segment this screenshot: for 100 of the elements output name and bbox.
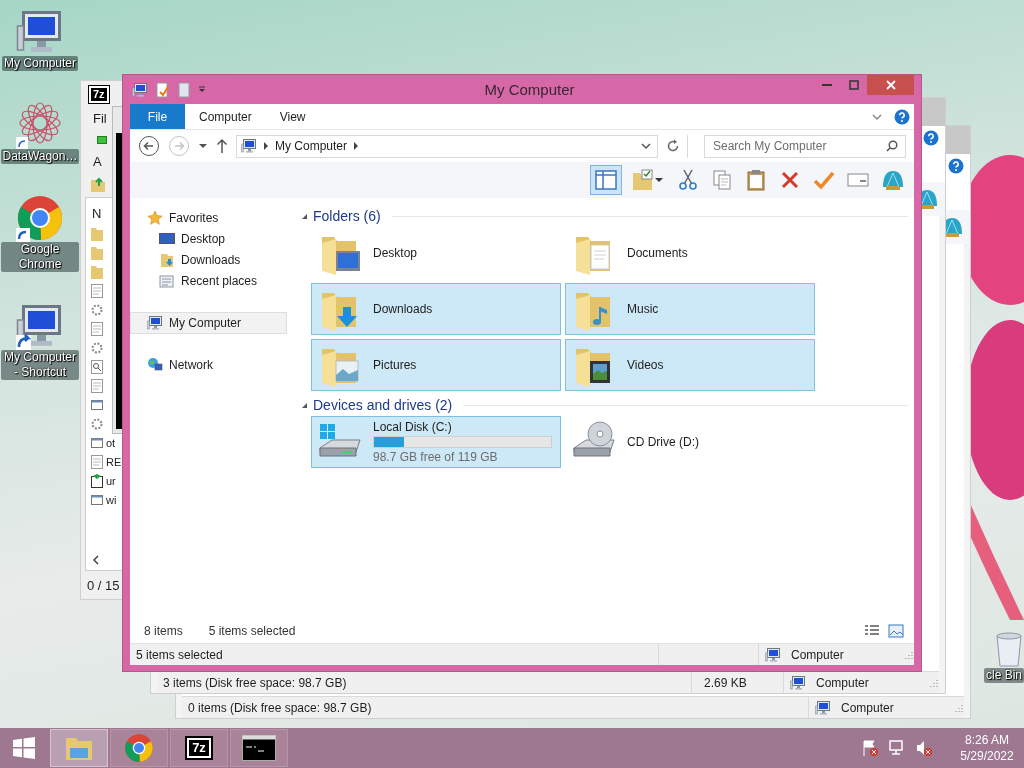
nav-item[interactable]: Favorites: [130, 207, 287, 229]
address-bar[interactable]: My Computer: [236, 134, 688, 158]
search-icon: [886, 139, 898, 152]
desktop-icon-label[interactable]: My Computer - Shortcut: [1, 350, 79, 380]
desktop-icon-label[interactable]: Google Chrome: [1, 242, 79, 272]
shell-icon: [881, 169, 905, 191]
item-name: Pictures: [373, 358, 417, 372]
toolbar-label[interactable]: A: [93, 153, 102, 169]
up-arrow-icon[interactable]: [216, 138, 228, 154]
window-file-icon: [91, 435, 103, 450]
folder-icon: [91, 264, 103, 279]
location-text: Computer: [815, 675, 870, 690]
collapse-triangle-icon: [301, 212, 308, 220]
document-icon: [91, 378, 103, 393]
delete-x-icon: [780, 170, 800, 190]
gear-icon: [91, 302, 103, 317]
maximize-icon: [848, 80, 859, 90]
location-text: Computer: [840, 700, 895, 715]
item-name: Documents: [627, 246, 688, 260]
desktop-icon-label[interactable]: My Computer: [2, 56, 78, 71]
item-name: Local Disk (C:): [373, 420, 453, 434]
item-tile[interactable]: Pictures: [311, 339, 561, 391]
magnifier-document-icon: [91, 359, 103, 374]
ribbon-tab[interactable]: File: [130, 104, 185, 129]
toolbar-button-icon: [97, 136, 107, 144]
menu-item[interactable]: Fil: [93, 110, 107, 126]
breadcrumb-arrow-icon: [353, 141, 360, 151]
clipboard-icon: [746, 169, 766, 191]
group-header[interactable]: Folders (6): [313, 208, 381, 224]
nav-item[interactable]: My Computer: [130, 312, 287, 334]
nav-item[interactable]: Desktop: [130, 228, 287, 250]
status-text: 5 items selected: [135, 647, 224, 662]
item-tile[interactable]: Videos: [565, 339, 815, 391]
close-icon: [885, 80, 896, 90]
computer-icon: [147, 315, 163, 331]
document-icon: [91, 321, 103, 336]
breadcrumb[interactable]: My Computer: [275, 139, 348, 153]
preview-pane-button[interactable]: [590, 165, 622, 195]
item-name: Downloads: [373, 302, 433, 316]
taskbar-app-button[interactable]: [230, 729, 288, 767]
flag-icon: [861, 739, 879, 757]
new-folder-icon[interactable]: [176, 81, 192, 98]
windows-logo-icon: [12, 736, 36, 760]
item-tile[interactable]: Music: [565, 283, 815, 335]
clock-time[interactable]: 8:26 AM: [965, 732, 1009, 748]
item-tile[interactable]: Local Disk (C:) 98.7 GB free of 119 GB: [311, 416, 561, 468]
file-name[interactable]: RE: [106, 455, 122, 468]
recycle-bin-icon: [994, 630, 1024, 668]
address-dropdown-icon[interactable]: [641, 141, 651, 151]
item-tile[interactable]: Downloads: [311, 283, 561, 335]
column-header[interactable]: N: [92, 205, 102, 221]
nav-item[interactable]: Downloads: [130, 249, 287, 271]
folder-icon: [91, 226, 103, 241]
item-tile[interactable]: Documents: [565, 227, 815, 279]
clock-date[interactable]: 5/29/2022: [960, 748, 1014, 764]
item-name: Desktop: [373, 246, 418, 260]
folder-icon: [91, 245, 103, 260]
resize-grip-icon: [904, 649, 914, 660]
close-button[interactable]: [867, 75, 914, 95]
taskbar-app-button[interactable]: 7z: [170, 729, 228, 767]
file-name[interactable]: ur: [106, 474, 116, 487]
size-text: 2.69 KB: [703, 675, 748, 690]
star-icon: [147, 210, 163, 226]
item-tile[interactable]: Desktop: [311, 227, 561, 279]
window-file-icon: [91, 397, 103, 412]
item-name: Videos: [627, 358, 664, 372]
copy-icon: [712, 169, 732, 191]
expand-ribbon-icon[interactable]: [872, 111, 882, 122]
file-name[interactable]: wi: [106, 493, 117, 506]
location-text: Computer: [790, 647, 845, 662]
minimize-icon: [821, 84, 832, 86]
group-header[interactable]: Devices and drives (2): [313, 397, 453, 413]
recent-places-icon: [159, 273, 175, 289]
item-tile[interactable]: CD Drive (D:): [565, 416, 815, 468]
computer-icon: [241, 138, 257, 154]
chrome-icon: [124, 733, 154, 763]
status-text: 3 items (Disk free space: 98.7 GB): [162, 675, 348, 690]
large-icons-view-icon[interactable]: [888, 623, 904, 639]
resize-grip-icon: [954, 702, 964, 713]
gear-icon: [91, 416, 103, 431]
status-text: 0 items (Disk free space: 98.7 GB): [187, 700, 373, 715]
scroll-left-icon: [92, 555, 100, 565]
checked-folder-icon: [632, 169, 654, 191]
status-text: 0 / 15: [87, 577, 120, 593]
nav-item[interactable]: Recent places: [130, 270, 287, 292]
breadcrumb-arrow-icon: [263, 141, 269, 151]
file-name[interactable]: ot: [106, 436, 116, 449]
back-icon[interactable]: [138, 135, 160, 157]
free-space-text: 98.7 GB free of 119 GB: [373, 450, 499, 464]
card-icon: [847, 172, 869, 188]
desktop-icon-label[interactable]: cle Bin: [983, 668, 1024, 683]
desktop-icon-label[interactable]: DataWagon…: [0, 149, 80, 164]
selection-count: 5 items selected: [208, 624, 296, 638]
nav-item[interactable]: Network: [130, 354, 287, 376]
muted-speaker-icon: [915, 739, 933, 757]
downloads-folder-icon: [159, 252, 175, 268]
network-icon: [147, 357, 163, 373]
search-field[interactable]: Search My Computer: [704, 134, 906, 158]
item-name: Music: [627, 302, 659, 316]
properties-icon[interactable]: [154, 81, 170, 98]
